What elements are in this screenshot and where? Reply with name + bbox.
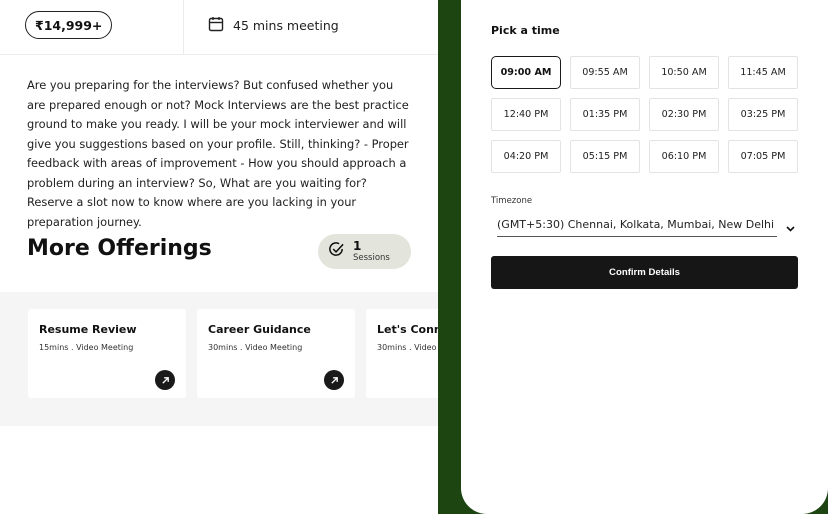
service-meta-bar: ₹14,999+ 45 mins meeting <box>0 0 438 55</box>
sessions-count: 1 <box>353 239 362 253</box>
arrow-up-right-icon[interactable] <box>155 370 175 390</box>
time-slot[interactable]: 03:25 PM <box>728 98 798 131</box>
offering-title: Let's Connect <box>377 323 438 336</box>
time-slot[interactable]: 09:00 AM <box>491 56 561 89</box>
offering-card-career-guidance[interactable]: Career Guidance 30mins . Video Meeting <box>197 309 355 398</box>
service-details-pane: ₹14,999+ 45 mins meeting Are you prepari… <box>0 0 438 514</box>
service-description: Are you preparing for the interviews? Bu… <box>27 78 409 229</box>
offering-card-resume-review[interactable]: Resume Review 15mins . Video Meeting <box>28 309 186 398</box>
time-slot[interactable]: 06:10 PM <box>649 140 719 173</box>
pick-time-heading: Pick a time <box>491 24 560 37</box>
time-slot-grid: 09:00 AM 09:55 AM 10:50 AM 11:45 AM 12:4… <box>491 56 798 173</box>
calendar-icon <box>208 16 224 35</box>
offering-subtitle: 15mins . Video Meeting <box>39 343 134 352</box>
meta-divider <box>183 0 184 55</box>
time-slot[interactable]: 05:15 PM <box>570 140 640 173</box>
offering-title: Career Guidance <box>208 323 311 336</box>
time-slot[interactable]: 02:30 PM <box>649 98 719 131</box>
time-slot[interactable]: 04:20 PM <box>491 140 561 173</box>
sessions-label: Sessions <box>353 253 390 263</box>
time-slot[interactable]: 01:35 PM <box>570 98 640 131</box>
more-offerings-heading: More Offerings <box>27 236 212 261</box>
arrow-up-right-icon[interactable] <box>324 370 344 390</box>
timezone-label: Timezone <box>491 196 533 206</box>
offering-title: Resume Review <box>39 323 137 336</box>
confirm-details-button[interactable]: Confirm Details <box>491 256 798 289</box>
offering-card-lets-connect[interactable]: Let's Connect 30mins . Video Meeting <box>366 309 438 398</box>
price-value: ₹14,999+ <box>35 17 103 33</box>
meeting-duration-text: 45 mins meeting <box>233 18 339 33</box>
timezone-select[interactable]: (GMT+5:30) Chennai, Kolkata, Mumbai, New… <box>497 218 777 237</box>
time-slot[interactable]: 07:05 PM <box>728 140 798 173</box>
offering-subtitle: 30mins . Video Meeting <box>208 343 303 352</box>
meeting-duration: 45 mins meeting <box>208 16 339 35</box>
price-badge: ₹14,999+ <box>25 11 113 39</box>
offering-subtitle: 30mins . Video Meeting <box>377 343 438 352</box>
time-slot[interactable]: 09:55 AM <box>570 56 640 89</box>
time-slot[interactable]: 11:45 AM <box>728 56 798 89</box>
time-slot[interactable]: 10:50 AM <box>649 56 719 89</box>
sessions-badge: 1 Sessions <box>318 234 411 269</box>
chevron-down-icon[interactable] <box>784 220 797 233</box>
time-slot[interactable]: 12:40 PM <box>491 98 561 131</box>
check-circle-icon <box>328 241 345 262</box>
